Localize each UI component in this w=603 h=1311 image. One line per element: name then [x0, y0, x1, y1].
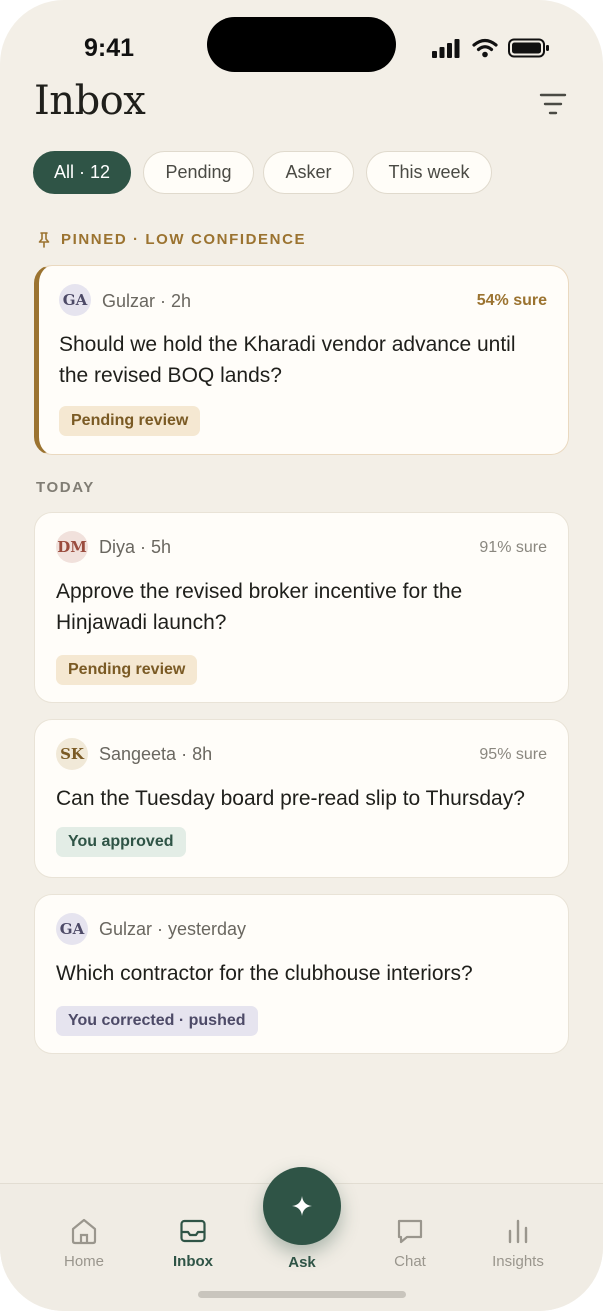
tab-home-label: Home: [63, 1253, 104, 1270]
section-today-label: TODAY: [36, 479, 95, 496]
phone-screen: 9:41 Inbox All · 12 Pending Asker This w…: [0, 0, 603, 1311]
avatar: DM: [56, 531, 88, 563]
confidence-label: 95% sure: [479, 746, 547, 763]
ask-button[interactable]: [263, 1167, 341, 1245]
asker-meta: Gulzar · yesterday: [99, 919, 247, 939]
question-text: Should we hold the Kharadi vendor advanc…: [59, 333, 516, 387]
tab-chat-label: Chat: [394, 1253, 426, 1270]
tab-home[interactable]: Home: [34, 1216, 134, 1270]
avatar: SK: [56, 738, 88, 770]
chip-all[interactable]: All · 12: [33, 151, 131, 194]
inbox-card[interactable]: DM Diya · 5h 91% sure Approve the revise…: [34, 512, 569, 703]
insights-icon: [508, 1219, 528, 1244]
battery-icon: [508, 38, 549, 58]
question-text: Approve the revised broker incentive for…: [56, 580, 463, 634]
inbox-icon: [180, 1219, 206, 1243]
home-indicator: [198, 1291, 406, 1298]
question-text: Which contractor for the clubhouse inter…: [56, 962, 473, 985]
asker-meta: Diya · 5h: [99, 537, 172, 557]
filter-button[interactable]: [538, 91, 568, 117]
asker-meta: Gulzar · 2h: [102, 291, 192, 311]
tab-chat[interactable]: Chat: [360, 1216, 460, 1270]
filter-icon: [539, 93, 567, 115]
status-badge: You approved: [56, 827, 186, 857]
status-time: 9:41: [84, 34, 135, 62]
tab-inbox[interactable]: Inbox: [143, 1216, 243, 1270]
asker-meta: Sangeeta · 8h: [99, 744, 213, 764]
chat-icon: [397, 1219, 423, 1244]
dynamic-island: [207, 17, 396, 72]
status-badge: Pending review: [56, 655, 198, 685]
inbox-card-pinned[interactable]: GA Gulzar · 2h 54% sure Should we hold t…: [34, 265, 569, 455]
sparkle-icon: [292, 1196, 312, 1216]
chip-pending[interactable]: Pending: [143, 151, 254, 194]
status-badge: You corrected · pushed: [56, 1006, 258, 1036]
chip-asker[interactable]: Asker: [263, 151, 354, 194]
status-badge: Pending review: [59, 406, 201, 436]
page-title: Inbox: [34, 78, 146, 124]
avatar: GA: [59, 284, 91, 316]
confidence-label: 91% sure: [479, 539, 547, 556]
chip-this-week[interactable]: This week: [366, 151, 492, 194]
pin-icon: [38, 232, 50, 248]
inbox-card[interactable]: SK Sangeeta · 8h 95% sure Can the Tuesda…: [34, 719, 569, 878]
tab-insights-label: Insights: [492, 1253, 544, 1270]
inbox-card[interactable]: GA Gulzar · yesterday Which contractor f…: [34, 894, 569, 1054]
home-icon: [71, 1218, 97, 1245]
wifi-icon: [472, 38, 498, 58]
tab-inbox-label: Inbox: [173, 1253, 213, 1270]
tab-ask-label: Ask: [288, 1254, 316, 1271]
question-text: Can the Tuesday board pre-read slip to T…: [56, 787, 525, 810]
tab-insights[interactable]: Insights: [468, 1216, 568, 1270]
section-pinned-label: PINNED · LOW CONFIDENCE: [61, 231, 307, 248]
confidence-label: 54% sure: [476, 292, 547, 309]
avatar: GA: [56, 913, 88, 945]
signal-icon: [432, 39, 460, 58]
